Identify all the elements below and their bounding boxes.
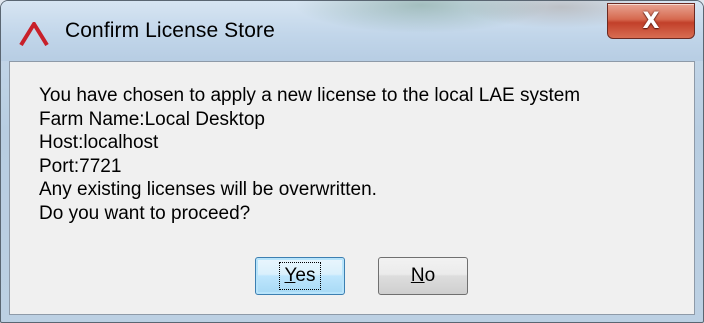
close-button[interactable]: X <box>607 3 695 39</box>
window-title: Confirm License Store <box>65 19 275 42</box>
yes-button[interactable]: Yes <box>255 257 345 295</box>
message-line: Do you want to proceed? <box>39 202 251 224</box>
app-logo-icon <box>19 22 49 46</box>
message-line: Farm Name:Local Desktop <box>39 108 265 130</box>
message-line: Any existing licenses will be overwritte… <box>39 179 377 200</box>
no-button-label: No <box>410 265 436 286</box>
message-line: You have chosen to apply a new license t… <box>39 85 581 106</box>
message-text: You have chosen to apply a new license t… <box>39 84 580 225</box>
title-bar[interactable]: Confirm License Store X <box>1 1 703 61</box>
dialog-body: You have chosen to apply a new license t… <box>9 61 695 315</box>
message-line: Host:localhost <box>39 132 159 153</box>
no-button[interactable]: No <box>378 257 468 295</box>
close-icon: X <box>642 8 660 34</box>
yes-button-label: Yes <box>279 262 321 290</box>
message-line: Port:7721 <box>39 155 122 177</box>
dialog-window: Confirm License Store X You have chosen … <box>0 0 704 323</box>
